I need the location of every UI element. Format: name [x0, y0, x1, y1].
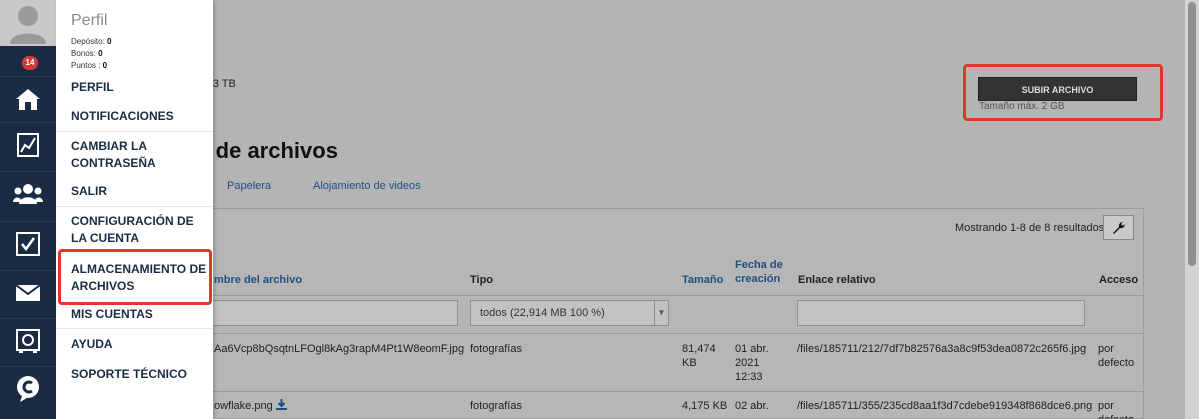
menu-divider	[56, 206, 213, 207]
col-header-type: Tipo	[470, 274, 494, 286]
wrench-icon	[1112, 221, 1125, 234]
row2-type: fotografías	[470, 400, 522, 412]
chevron-down-icon: ▼	[654, 301, 668, 325]
tab-papelera[interactable]: Papelera	[227, 180, 271, 192]
profile-name: Perfil	[71, 12, 108, 29]
safe-icon[interactable]	[0, 318, 56, 362]
chart-icon[interactable]	[0, 122, 56, 166]
row1-access: por defecto	[1098, 343, 1135, 369]
checkbox-icon[interactable]	[0, 221, 56, 265]
type-filter-select[interactable]: todos (22,914 MB 100 %) ▼	[470, 300, 669, 326]
notification-badge: 14	[22, 56, 38, 70]
col-header-link: Enlace relativo	[798, 274, 876, 286]
menu-item-help[interactable]: AYUDA	[71, 336, 211, 353]
table-settings-button[interactable]	[1103, 215, 1134, 240]
menu-item-notificaciones[interactable]: NOTIFICACIONES	[71, 108, 211, 125]
brand-c-icon[interactable]	[0, 366, 56, 410]
menu-divider	[56, 131, 213, 132]
row2-access: por defecto	[1098, 400, 1134, 419]
menu-item-perfil[interactable]: PERFIL	[71, 79, 211, 96]
col-header-access: Acceso	[1099, 274, 1139, 286]
row-divider	[157, 333, 1143, 334]
results-count: Mostrando 1-8 de 8 resultados.	[955, 222, 1108, 234]
menu-item-my-accounts[interactable]: MIS CUENTAS	[71, 306, 211, 323]
avatar[interactable]	[0, 0, 56, 46]
row1-type: fotografías	[470, 343, 522, 355]
home-icon[interactable]	[0, 76, 56, 120]
tab-video-hosting[interactable]: Alojamiento de videos	[313, 180, 421, 192]
row2-link[interactable]: /files/185711/355/235cd8aa1f3d7cdebe9193…	[797, 399, 1092, 413]
row2-filename[interactable]: owflake.png	[214, 399, 287, 413]
scrollbar-thumb[interactable]	[1188, 2, 1196, 266]
upload-file-button[interactable]: SUBIR ARCHIVO	[978, 77, 1137, 101]
notifications-indicator[interactable]: 14	[0, 46, 56, 74]
row2-size: 4,175 KB	[682, 400, 728, 412]
menu-item-salir[interactable]: SALIR	[71, 183, 211, 200]
download-icon[interactable]	[275, 399, 287, 410]
link-filter-input[interactable]	[797, 300, 1085, 326]
user-dropdown-menu: Perfil Depósito: 0 Bonos: 0 Puntos : 0 P…	[56, 0, 213, 419]
header-divider	[157, 295, 1143, 296]
menu-item-support[interactable]: SOPORTE TÉCNICO	[71, 366, 211, 383]
menu-item-highlight	[58, 249, 212, 305]
users-icon[interactable]	[0, 171, 56, 215]
stat-points: Puntos : 0	[71, 61, 108, 70]
menu-item-change-password[interactable]: CAMBIAR LA CONTRASEÑA	[71, 138, 211, 172]
row1-filename[interactable]: Aa6Vcp8bQsqtnLFOgl8kAg3rapM4Pt1W8eomF.jp…	[214, 342, 464, 356]
row2-date: 02 abr.	[735, 400, 769, 412]
type-filter-value: todos (22,914 MB 100 %)	[480, 307, 605, 319]
col-header-date[interactable]: Fecha de creación	[735, 258, 785, 286]
row1-size: 81,474 KB	[682, 343, 716, 369]
row2-filename-text: owflake.png	[214, 400, 273, 412]
stat-bonus: Bonos: 0	[71, 49, 103, 58]
menu-item-account-settings[interactable]: CONFIGURACIÓN DE LA CUENTA	[71, 213, 211, 247]
icon-rail: 14	[0, 0, 56, 419]
row1-link[interactable]: /files/185711/212/7df7b82576a3a8c9f53dea…	[797, 342, 1086, 356]
mail-icon[interactable]	[0, 270, 56, 314]
row-divider	[157, 391, 1143, 392]
upload-size-note: Tamaño máx. 2 GB	[979, 101, 1065, 112]
menu-divider	[56, 328, 213, 329]
stat-deposit: Depósito: 0	[71, 37, 112, 46]
row1-date: 01 abr. 2021 12:33	[735, 343, 769, 383]
col-header-size[interactable]: Tamaño	[682, 273, 723, 287]
col-header-name[interactable]: mbre del archivo	[214, 273, 302, 287]
name-filter-input[interactable]	[210, 300, 458, 326]
user-avatar-icon	[10, 6, 46, 44]
